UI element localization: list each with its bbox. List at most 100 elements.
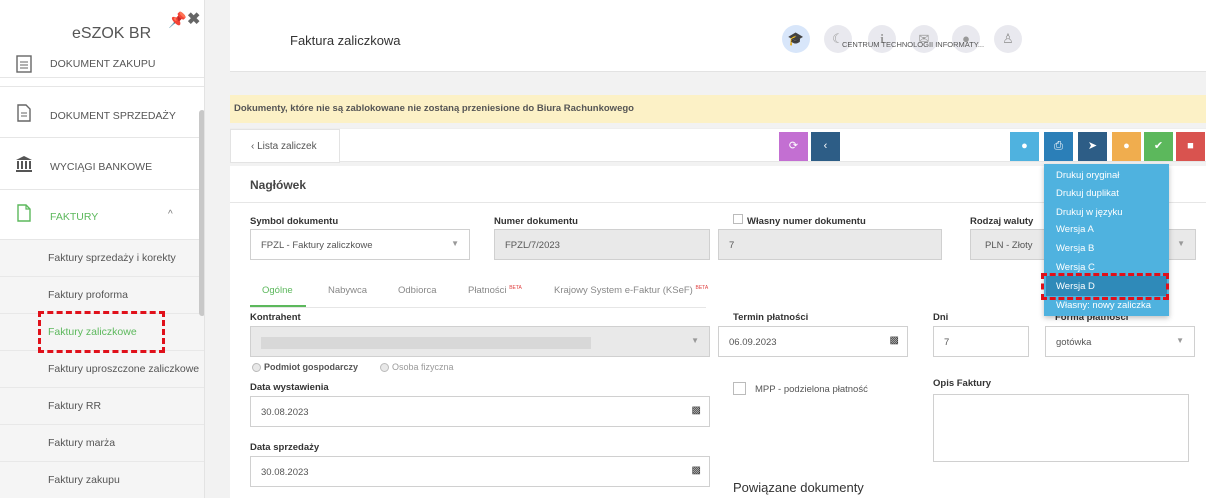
radio-label: Podmiot gospodarczy <box>264 362 359 372</box>
radio-label: Osoba fizyczna <box>392 362 454 372</box>
waluta-value: PLN - Złoty <box>985 240 1033 251</box>
sidebar: eSZOK BR 📌 ✖ DOKUMENT ZAKUPU DOKUMENT SP… <box>0 0 205 498</box>
sidebar-item-label: WYCIĄGI BANKOWE <box>50 161 153 173</box>
sidebar-item-label: DOKUMENT SPRZEDAŻY <box>50 110 176 122</box>
menu-item-drukuj-oryginal[interactable]: Drukuj oryginał <box>1056 170 1119 181</box>
menu-item-drukuj-w-jezyku[interactable]: Drukuj w języku <box>1056 207 1123 218</box>
chevron-up-icon[interactable]: ^ <box>168 209 173 220</box>
section-title: Nagłówek <box>250 178 307 192</box>
menu-item-wlasny-nowy-zaliczka[interactable]: Własny: nowy zaliczka <box>1056 300 1151 311</box>
sidebar-subitem-faktury-proforma[interactable]: Faktury proforma <box>0 277 204 314</box>
chevron-down-icon: ▼ <box>1176 336 1184 345</box>
menu-item-wersja-b[interactable]: Wersja B <box>1056 243 1094 254</box>
radio-osoba[interactable]: Osoba fizyczna <box>380 362 454 373</box>
radio-dot <box>380 363 389 373</box>
menu-item-drukuj-duplikat[interactable]: Drukuj duplikat <box>1056 188 1119 199</box>
tab-ksef[interactable]: Krajowy System e-Faktur (KSeF) BETA <box>554 285 708 296</box>
user-icon[interactable]: ♙ <box>994 25 1022 53</box>
sidebar-subitem-faktury-uproszczone[interactable]: Faktury uproszczone zaliczkowe <box>0 351 204 388</box>
sidebar-subitem-faktury-zakupu[interactable]: Faktury zakupu <box>0 462 204 498</box>
calendar-icon[interactable]: ▩ <box>692 465 701 476</box>
data-wyst-label: Data wystawienia <box>250 382 329 393</box>
sidebar-item-dokument-zakupu[interactable]: DOKUMENT ZAKUPU <box>0 48 204 78</box>
menu-item-wersja-c[interactable]: Wersja C <box>1056 262 1095 273</box>
wlasny-value: 7 <box>729 240 735 251</box>
mpp-checkbox[interactable] <box>733 382 746 395</box>
sidebar-subitem-label: Faktury RR <box>48 400 102 412</box>
page-title: Faktura zaliczkowa <box>290 33 401 48</box>
company-name[interactable]: CENTRUM TECHNOLOGII INFORMATY... <box>842 40 984 49</box>
tab-platnosci[interactable]: Płatności BETA <box>468 285 522 296</box>
termin-field[interactable]: 06.09.2023 ▩ <box>718 326 908 357</box>
chevron-down-icon: ▼ <box>1177 239 1185 248</box>
warning-text: Dokumenty, które nie są zablokowane nie … <box>234 103 634 114</box>
radio-podmiot[interactable]: Podmiot gospodarczy <box>252 362 359 373</box>
calendar-icon[interactable]: ▩ <box>890 335 899 346</box>
sidebar-subitem-label: Faktury marża <box>48 437 116 449</box>
waluta-label: Rodzaj waluty <box>970 216 1034 227</box>
forma-select[interactable]: gotówka ▼ <box>1045 326 1195 357</box>
top-header: Faktura zaliczkowa 🎓 ☾ i ✉ ● ♙ CENTRUM T… <box>230 0 1206 72</box>
sidebar-subitem-faktury-rr[interactable]: Faktury RR <box>0 388 204 425</box>
document-icon <box>17 204 31 222</box>
mpp-label: MPP - podzielona płatność <box>755 384 868 395</box>
data-sprz-field[interactable]: 30.08.2023 ▩ <box>250 456 710 487</box>
close-icon[interactable]: ✖ <box>187 9 200 29</box>
numer-label: Numer dokumentu <box>494 216 578 227</box>
sidebar-item-dokument-sprzedazy[interactable]: DOKUMENT SPRZEDAŻY <box>0 86 204 138</box>
kontrahent-select[interactable]: ▼ <box>250 326 710 357</box>
sidebar-subitem-label: Faktury sprzedaży i korekty <box>48 252 176 264</box>
preview-button[interactable]: ● <box>1010 132 1039 161</box>
sidebar-subitem-faktury-sprzedazy[interactable]: Faktury sprzedaży i korekty <box>0 240 204 277</box>
calendar-icon[interactable]: ▩ <box>692 405 701 416</box>
tab-ogolne[interactable]: Ogólne <box>262 285 293 296</box>
sidebar-subitem-faktury-marza[interactable]: Faktury marża <box>0 425 204 462</box>
wlasny-checkbox[interactable] <box>733 214 743 224</box>
pin-icon[interactable]: 📌 <box>168 11 187 29</box>
back-label: ‹ Lista zaliczek <box>251 141 317 152</box>
tab-nabywca[interactable]: Nabywca <box>328 285 367 296</box>
delete-button[interactable]: ■ <box>1176 132 1205 161</box>
symbol-select[interactable]: FPZL - Faktury zaliczkowe ▼ <box>250 229 470 260</box>
data-wyst-value: 30.08.2023 <box>261 407 309 418</box>
sidebar-item-label: FAKTURY <box>50 211 99 223</box>
beta-badge: BETA <box>509 285 522 291</box>
sidebar-item-wyciagi-bankowe[interactable]: WYCIĄGI BANKOWE <box>0 138 204 190</box>
lock-button[interactable]: ● <box>1112 132 1141 161</box>
brand-header: eSZOK BR 📌 ✖ <box>0 0 204 48</box>
numer-field[interactable]: FPZL/7/2023 <box>494 229 710 260</box>
opis-textarea[interactable] <box>933 394 1189 462</box>
dni-field[interactable]: 7 <box>933 326 1029 357</box>
toolbar: ‹ Lista zaliczek ⟳ ‹ ● ⎙ ➤ ● ✔ ■ <box>230 128 1206 163</box>
sidebar-subitem-label: Faktury uproszczone zaliczkowe <box>48 363 200 375</box>
highlight-wersja-d <box>1041 273 1169 300</box>
send-button[interactable]: ➤ <box>1078 132 1107 161</box>
symbol-label: Symbol dokumentu <box>250 216 339 227</box>
dni-label: Dni <box>933 312 949 323</box>
chevron-down-icon: ▼ <box>451 239 459 248</box>
opis-label: Opis Faktury <box>933 378 992 389</box>
tab-divider <box>250 307 706 308</box>
data-wyst-field[interactable]: 30.08.2023 ▩ <box>250 396 710 427</box>
menu-item-wersja-a[interactable]: Wersja A <box>1056 224 1094 235</box>
history-button[interactable]: ⟳ <box>779 132 808 161</box>
kontrahent-redacted <box>261 337 591 349</box>
dni-value: 7 <box>944 337 950 348</box>
back-to-list-button[interactable]: ‹ Lista zaliczek <box>230 129 340 163</box>
radio-dot <box>252 363 261 373</box>
graduation-cap-icon[interactable]: 🎓 <box>782 25 810 53</box>
sidebar-item-faktury[interactable]: FAKTURY ^ <box>0 190 204 240</box>
symbol-value: FPZL - Faktury zaliczkowe <box>261 240 373 251</box>
numer-value: FPZL/7/2023 <box>505 240 560 251</box>
collapse-button[interactable]: ‹ <box>811 132 840 161</box>
sidebar-scrollbar[interactable] <box>199 110 204 316</box>
highlight-faktury-zaliczkowe <box>38 311 165 353</box>
warning-banner: Dokumenty, które nie są zablokowane nie … <box>230 95 1206 123</box>
document-icon <box>17 104 31 122</box>
print-button[interactable]: ⎙ <box>1044 132 1073 161</box>
wlasny-field[interactable]: 7 <box>718 229 942 260</box>
sidebar-subitem-label: Faktury zakupu <box>48 474 120 486</box>
approve-button[interactable]: ✔ <box>1144 132 1173 161</box>
tab-odbiorca[interactable]: Odbiorca <box>398 285 437 296</box>
active-tab-indicator <box>250 305 306 307</box>
